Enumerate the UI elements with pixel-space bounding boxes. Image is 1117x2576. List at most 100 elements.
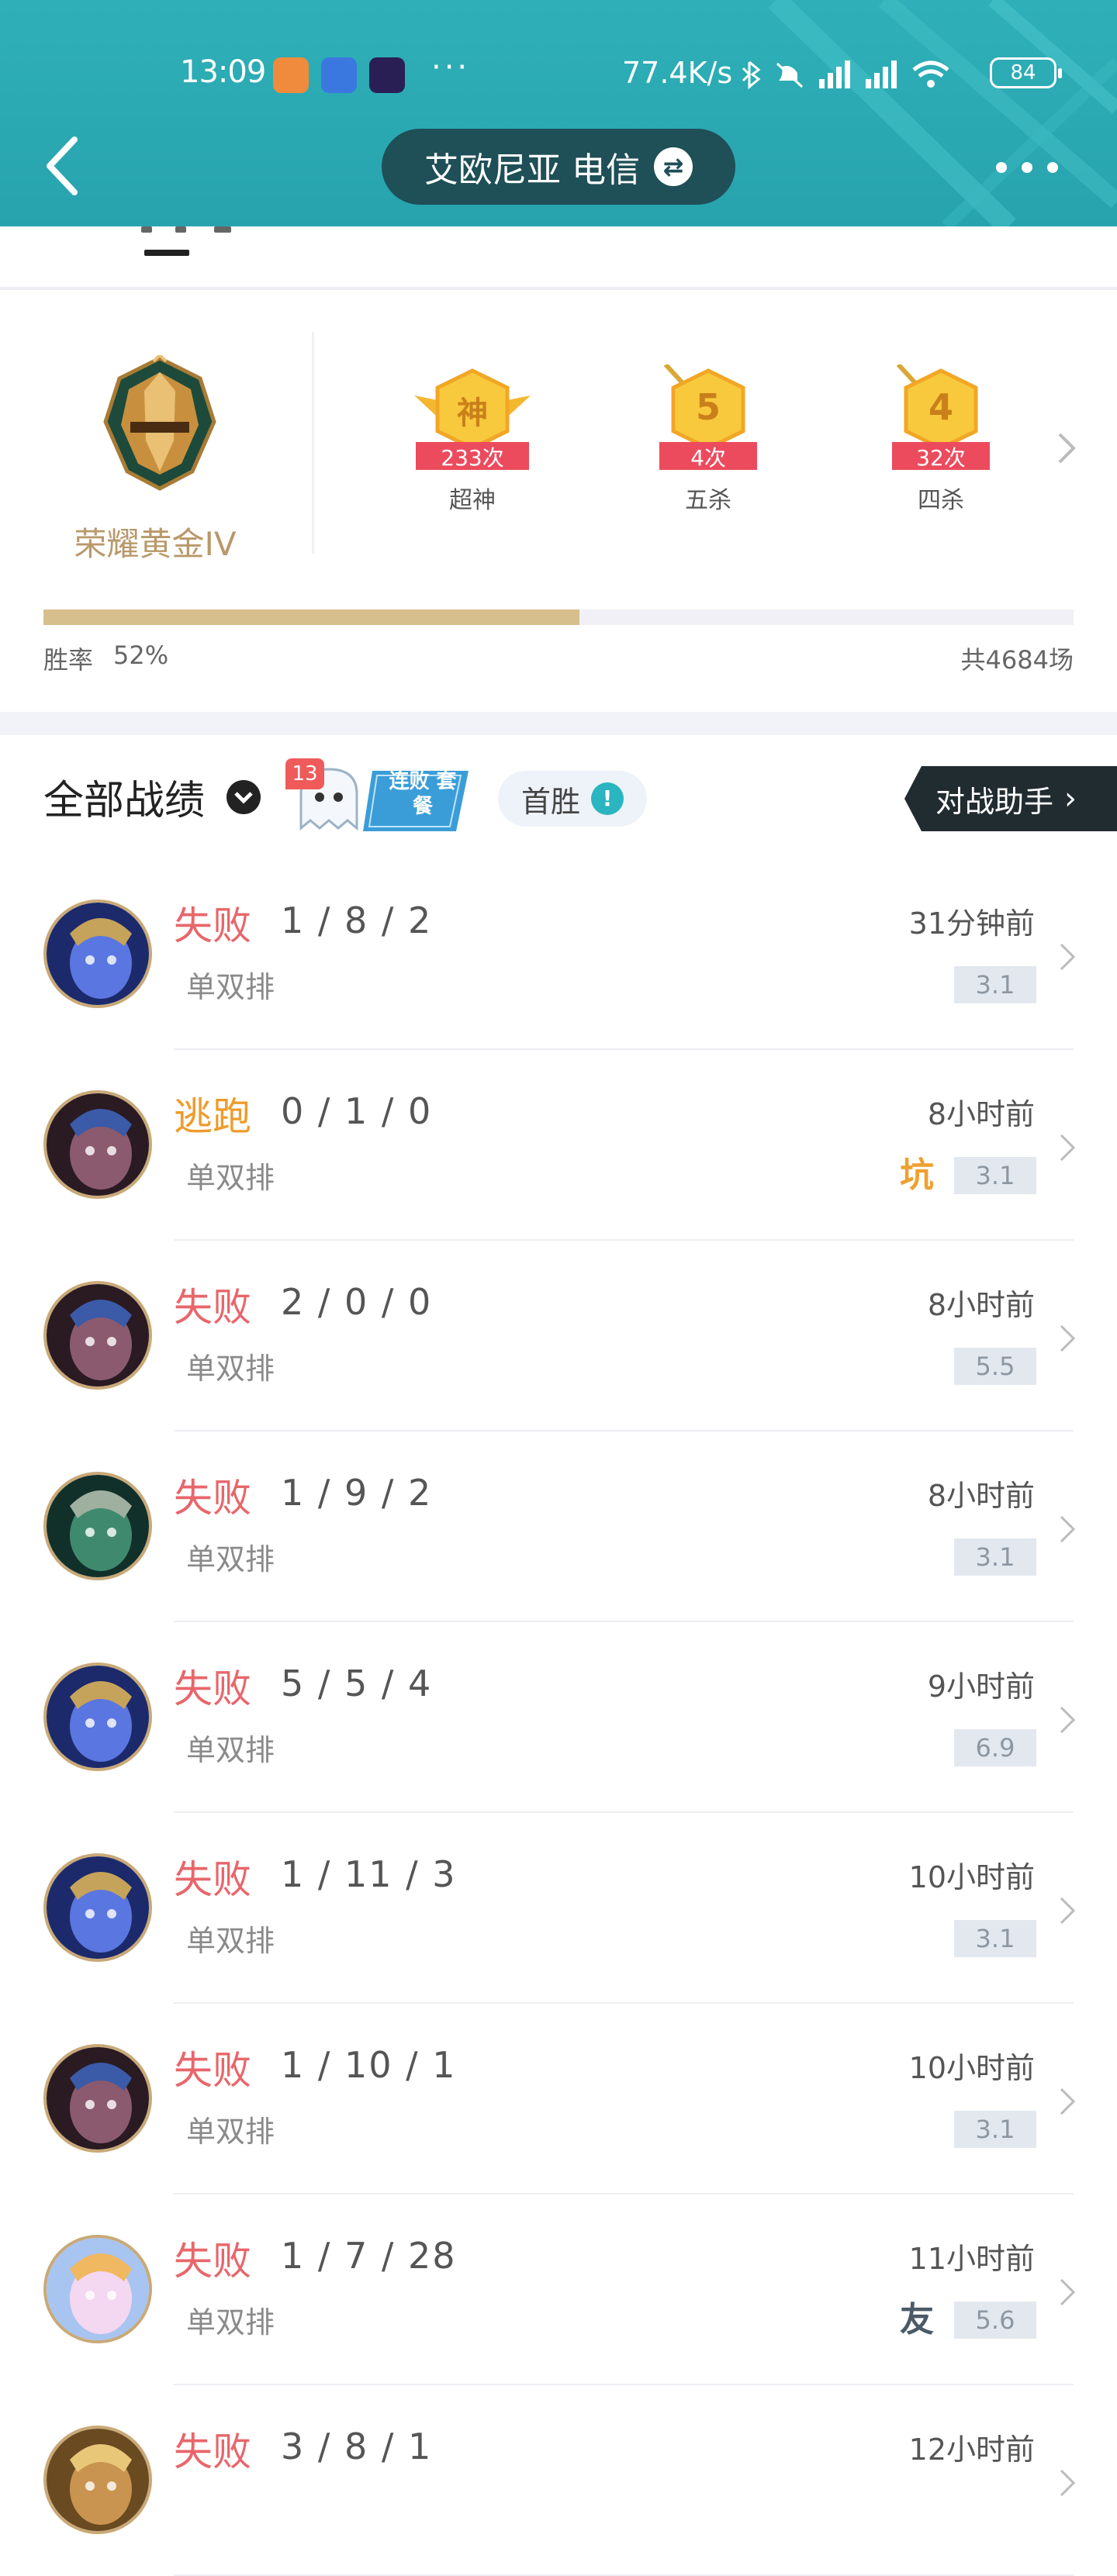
match-result: 失败 — [174, 2048, 251, 2093]
win-rate-bar-fill — [43, 609, 579, 625]
match-row[interactable]: 失败 3 / 8 / 1 12小时前 — [0, 2385, 1117, 2576]
chevron-right-icon — [1060, 1515, 1076, 1543]
match-time: 8小时前 — [927, 1479, 1035, 1513]
streak-count-badge: 13 — [285, 758, 324, 789]
chevron-right-icon — [1060, 1324, 1076, 1352]
app-notification-icon — [273, 57, 309, 93]
match-result: 失败 — [174, 903, 251, 948]
match-row[interactable]: 失败 1 / 11 / 3 单双排 10小时前 3.1 — [0, 1813, 1117, 2004]
champion-avatar — [43, 2044, 152, 2153]
badge-label: 五杀 — [685, 487, 731, 514]
badge-legendary[interactable]: 神 233次 超神 — [406, 364, 538, 515]
section-divider — [0, 712, 1117, 735]
app-header: 13:09 ··· 77.4K/s 84 艾欧尼亚 电信 ⇄ — [0, 0, 1117, 226]
match-time: 9小时前 — [927, 1670, 1035, 1704]
match-time: 11小时前 — [908, 2242, 1035, 2276]
rank-summary-card[interactable]: 荣耀黄金IV 神 233次 超神 5 4次 五杀 4 32次 四杀 胜率 52%… — [0, 293, 1117, 712]
info-icon: ! — [591, 782, 624, 815]
server-selector[interactable]: 艾欧尼亚 电信 ⇄ — [382, 129, 735, 205]
match-score: 3.1 — [954, 1920, 1036, 1957]
badge-glyph: 神 — [457, 395, 488, 431]
chevron-right-icon — [1060, 1706, 1076, 1734]
network-speed: 77.4K/s — [622, 56, 733, 90]
total-games: 共4684场 — [960, 645, 1074, 675]
wifi-icon — [912, 60, 949, 88]
swap-icon: ⇄ — [654, 147, 693, 186]
match-time: 31分钟前 — [908, 906, 1035, 941]
chevron-right-icon[interactable] — [1055, 431, 1078, 465]
signal-icon-1 — [819, 60, 850, 88]
streak-label: 连败 套餐 — [389, 770, 457, 818]
match-tag-icon: 坑 — [900, 1155, 934, 1195]
match-row[interactable]: 失败 1 / 9 / 2 单双排 8小时前 3.1 — [0, 1431, 1117, 1622]
first-win-chip[interactable]: 首胜 ! — [498, 771, 647, 827]
match-kda: 1 / 11 / 3 — [281, 1853, 457, 1895]
match-time: 10小时前 — [908, 2051, 1035, 2085]
match-row[interactable]: 失败 5 / 5 / 4 单双排 9小时前 6.9 — [0, 1622, 1117, 1813]
match-time: 10小时前 — [908, 1860, 1035, 1894]
champion-avatar — [43, 2235, 152, 2343]
first-win-label: 首胜 — [520, 784, 580, 819]
badge-label: 四杀 — [918, 487, 964, 514]
win-rate-bar — [43, 609, 1074, 625]
match-row[interactable]: 失败 1 / 7 / 28 单双排 11小时前友 5.6 — [0, 2194, 1117, 2385]
signal-icon-2 — [866, 60, 897, 88]
filter-title[interactable]: 全部战绩 — [43, 768, 205, 826]
match-tag-icon: 友 — [900, 2300, 934, 2339]
champion-avatar — [43, 1663, 152, 1771]
badge-pentakill[interactable]: 5 4次 五杀 — [642, 362, 774, 515]
match-queue: 单双排 — [186, 1161, 275, 1195]
gold-rank-emblem-icon — [103, 355, 216, 491]
chevron-down-icon[interactable] — [227, 780, 261, 814]
badge-count: 4次 — [690, 445, 726, 471]
more-dot — [1047, 162, 1058, 173]
chevron-right-icon — [1060, 1897, 1076, 1925]
green-armor-portrait-icon — [47, 1475, 149, 1577]
match-row[interactable]: 失败 1 / 8 / 2 单双排 31分钟前 3.1 — [0, 859, 1117, 1050]
badge-glyph: 4 — [928, 386, 953, 428]
match-result: 失败 — [174, 2429, 251, 2474]
match-filter-bar: 全部战绩 13 连败 套餐 首胜 ! 对战助手 › — [0, 735, 1117, 859]
badge-count: 32次 — [916, 445, 966, 471]
match-score: 5.5 — [954, 1348, 1036, 1385]
champion-avatar — [43, 1090, 152, 1199]
badge-glyph: 5 — [695, 386, 721, 428]
chevron-right-icon — [1060, 2087, 1076, 2115]
match-row[interactable]: 失败 2 / 0 / 0 单双排 8小时前 5.5 — [0, 1241, 1117, 1431]
monkey-portrait-icon — [47, 2429, 149, 2531]
battle-assistant-button[interactable]: 对战助手 › — [904, 766, 1117, 831]
more-dot — [996, 162, 1007, 173]
chevron-right-icon: › — [1064, 781, 1077, 817]
more-options-button[interactable] — [996, 152, 1058, 183]
tab-label-peek — [214, 226, 231, 233]
match-result: 失败 — [174, 1857, 251, 1902]
chevron-right-icon — [1060, 2278, 1076, 2306]
badge-quadrakill[interactable]: 4 32次 四杀 — [875, 362, 1007, 515]
match-time: 8小时前 — [927, 1097, 1035, 1131]
blue-dragon-portrait-icon — [47, 903, 149, 1005]
blue-dragon-portrait-icon — [47, 1666, 149, 1768]
champion-avatar — [43, 1472, 152, 1580]
match-queue: 单双排 — [186, 1352, 275, 1386]
header-decoration — [768, 0, 1117, 226]
server-name: 艾欧尼亚 电信 — [424, 150, 640, 190]
match-kda: 1 / 9 / 2 — [281, 1472, 433, 1514]
video-app-icon — [321, 57, 357, 93]
match-score: 6.9 — [954, 1729, 1036, 1766]
match-result: 失败 — [174, 2239, 251, 2284]
champion-avatar — [43, 1281, 152, 1390]
match-result: 失败 — [174, 1476, 251, 1521]
match-kda: 3 / 8 / 1 — [281, 2426, 433, 2467]
blue-dragon-portrait-icon — [47, 1856, 149, 1959]
rank-name: 荣耀黄金IV — [74, 525, 237, 563]
match-queue: 单双排 — [186, 2305, 275, 2339]
match-queue: 单双排 — [186, 1924, 275, 1958]
match-score: 5.6 — [954, 2301, 1036, 2339]
match-row[interactable]: 失败 1 / 10 / 1 单双排 10小时前 3.1 — [0, 2004, 1117, 2194]
match-kda: 1 / 10 / 1 — [281, 2044, 457, 2086]
back-button[interactable] — [40, 133, 87, 199]
match-row[interactable]: 逃跑 0 / 1 / 0 单双排 8小时前坑 3.1 — [0, 1050, 1117, 1241]
bluetooth-icon — [742, 60, 761, 90]
match-time: 8小时前 — [927, 1288, 1035, 1322]
status-icons — [742, 60, 949, 90]
